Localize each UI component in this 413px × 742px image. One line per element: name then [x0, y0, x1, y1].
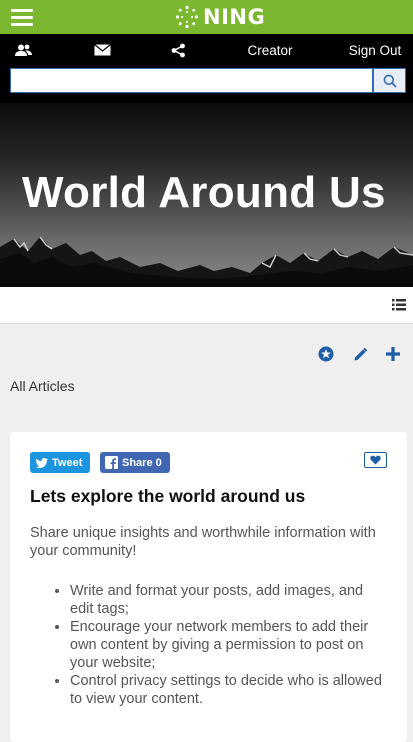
share-label: Share 0: [122, 456, 162, 469]
favorite-button[interactable]: [364, 452, 387, 468]
facebook-share-button[interactable]: Share 0: [100, 452, 170, 473]
ning-logo-icon: [175, 5, 199, 29]
sub-navigation-strip: [0, 287, 413, 324]
nav-bar: Creator Sign Out: [0, 34, 413, 66]
mountain-image: [0, 236, 413, 287]
add-button[interactable]: [383, 344, 403, 364]
heart-icon: [370, 455, 381, 465]
logo-text: NING: [203, 5, 266, 29]
hero-title: World Around Us: [22, 168, 386, 217]
nav-signout-label: Sign Out: [348, 42, 402, 58]
featured-star-button[interactable]: [316, 344, 336, 364]
tweet-button[interactable]: Tweet: [30, 452, 90, 473]
star-circle-icon: [318, 346, 334, 362]
article-intro: Share unique insights and worthwhile inf…: [30, 525, 376, 559]
hero-banner: World Around Us: [0, 103, 413, 287]
share-row: Tweet Share 0: [30, 452, 387, 474]
twitter-bird-icon: [36, 457, 48, 468]
top-bar: NING: [0, 0, 413, 34]
share-network-icon: [171, 43, 185, 57]
envelope-icon: [93, 44, 111, 56]
share-icon[interactable]: [166, 34, 190, 66]
all-articles-heading: All Articles: [10, 378, 75, 394]
list-item: Control privacy settings to decide who i…: [70, 672, 387, 708]
search-bar: [0, 66, 413, 103]
search-icon: [383, 74, 397, 88]
messages-icon[interactable]: [90, 34, 114, 66]
list-icon: [392, 299, 406, 311]
article-bullet-list: Write and format your posts, add images,…: [30, 582, 387, 708]
list-menu-icon[interactable]: [392, 298, 406, 312]
article-card: Tweet Share 0 Lets explore the world aro…: [10, 432, 407, 742]
plus-icon: [386, 347, 400, 361]
nav-signout-link[interactable]: Sign Out: [342, 34, 408, 66]
facebook-icon: [105, 456, 118, 469]
blog-actions: [0, 340, 413, 372]
list-item: Write and format your posts, add images,…: [70, 582, 387, 618]
article-title[interactable]: Lets explore the world around us: [30, 486, 387, 507]
members-icon-svg: [14, 44, 32, 56]
edit-button[interactable]: [350, 344, 370, 364]
nav-creator-link[interactable]: Creator: [240, 34, 300, 66]
menu-hamburger-icon[interactable]: [11, 9, 33, 26]
pencil-icon: [354, 347, 367, 360]
search-input[interactable]: [10, 68, 373, 93]
nav-creator-label: Creator: [247, 42, 293, 58]
tweet-label: Tweet: [52, 456, 83, 469]
members-icon[interactable]: [10, 34, 36, 66]
search-button[interactable]: [373, 68, 406, 93]
ning-logo[interactable]: NING: [175, 4, 265, 30]
list-item: Encourage your network members to add th…: [70, 618, 387, 672]
